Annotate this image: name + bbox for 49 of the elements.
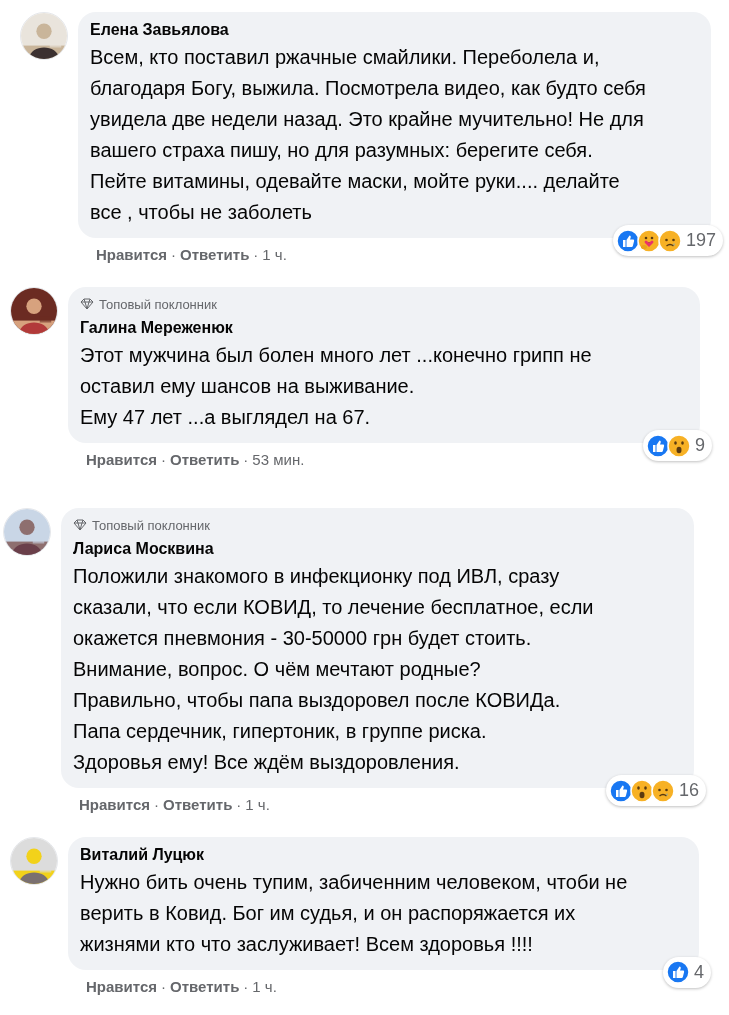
separator-dot: · (171, 245, 177, 265)
reply-link[interactable]: Ответить (170, 975, 240, 998)
reply-link[interactable]: Ответить (170, 449, 240, 472)
separator-dot: · (243, 976, 249, 997)
sad-reaction-icon (657, 228, 682, 253)
like-reaction-icon (608, 778, 633, 803)
author-name[interactable]: Виталий Луцюк (80, 844, 685, 865)
like-link[interactable]: Нравится (86, 975, 158, 998)
separator-dot: · (154, 795, 160, 815)
sad-reaction-icon (650, 778, 675, 803)
reaction-count-badge[interactable]: 16 (605, 775, 706, 806)
hug-reaction-icon (636, 228, 661, 253)
reply-link[interactable]: Ответить (163, 794, 233, 817)
top-fan-label: Топовый поклонник (92, 516, 210, 535)
reply-link[interactable]: Ответить (180, 244, 250, 267)
top-fan-label: Топовый поклонник (99, 295, 217, 314)
comment-time[interactable]: 53 мин. (252, 449, 305, 472)
surprised-reaction-icon (629, 778, 654, 803)
comment-time[interactable]: 1 ч. (245, 794, 270, 817)
like-reaction-icon (646, 433, 670, 458)
separator-dot: · (253, 245, 259, 265)
author-name[interactable]: Галина Мереженюк (80, 318, 686, 338)
diamond-icon (80, 298, 94, 311)
surprised-reaction-icon (667, 433, 691, 458)
separator-dot: · (161, 976, 167, 997)
comment-text: Положили знакомого в инфекционку под ИВЛ, сразу сказали, что если КОВИД, то лечение бесплатное, если окажется пневмония - 30-50000 грн будет стоить. Внимание, вопрос. О чём мечтают родные? Правильно, чтобы папа выздоровел после КОВИДа. Папа сердечник, гипертоник, в группе риска. Здоровья ему! Все ждём выздоровления. (73, 564, 595, 775)
comment-text: Нужно бить очень тупим, забиченним человеком, чтоби не верить в Ковид. Бог им судья, и он распоряжается их жизнями кто что заслуживает! Всем здоровья !!!! (80, 869, 629, 957)
reaction-count: 9 (695, 434, 705, 457)
author-name[interactable]: Елена Завьялова (90, 20, 697, 40)
like-reaction-icon (615, 228, 640, 253)
reaction-count: 4 (694, 960, 704, 984)
reaction-count-badge[interactable]: 9 (643, 430, 712, 461)
reaction-count-badge[interactable]: 4 (663, 956, 711, 988)
separator-dot: · (243, 450, 249, 470)
like-link[interactable]: Нравится (79, 794, 151, 817)
author-name[interactable]: Лариса Москвина (73, 539, 680, 559)
separator-dot: · (161, 450, 167, 470)
comment-text: Этот мужчина был болен много лет ...конечно грипп не оставил ему шансов на выживание. Ему 47 лет ...а выглядел на 67. (80, 343, 593, 430)
diamond-icon (73, 519, 87, 532)
comment-text: Всем, кто поставил ржачные смайлики. Переболела и, благодаря Богу, выжила. Посмотрела видео, как будто себя увидела две недели назад. Это крайне мучительно! Не для вашего страха пишу, но для разумных: берегите себя. Пейте витамины, одевайте маски, мойте руки.... делайте все , чтобы не заболеть (90, 45, 647, 225)
like-link[interactable]: Нравится (86, 449, 158, 472)
reaction-count: 197 (685, 229, 716, 252)
like-reaction-icon (666, 960, 690, 984)
like-link[interactable]: Нравится (96, 244, 168, 267)
comment-time[interactable]: 1 ч. (262, 244, 287, 267)
reaction-count: 16 (678, 779, 699, 802)
reaction-count-badge[interactable]: 197 (612, 225, 723, 256)
comment-time[interactable]: 1 ч. (252, 975, 277, 998)
separator-dot: · (236, 795, 242, 815)
